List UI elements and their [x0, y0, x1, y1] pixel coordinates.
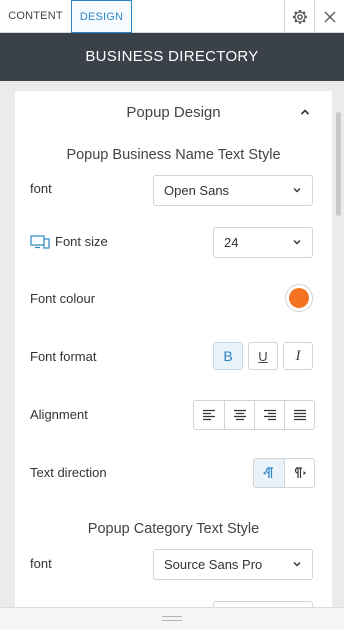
tab-content[interactable]: CONTENT	[0, 0, 71, 33]
panel-footer	[0, 607, 344, 629]
font-select[interactable]: Open Sans	[153, 175, 313, 206]
font-format-buttons: B U I	[213, 342, 313, 370]
bold-icon: B	[223, 348, 233, 364]
devices-icon	[30, 235, 50, 249]
section-title: Popup Design	[126, 104, 221, 121]
ltr-icon	[263, 467, 273, 478]
italic-icon: I	[295, 347, 301, 364]
chevron-down-icon	[293, 240, 301, 245]
gear-icon	[292, 9, 307, 24]
align-right-button[interactable]	[254, 401, 284, 429]
close-icon	[324, 11, 335, 22]
chevron-up-icon	[300, 109, 310, 115]
close-button[interactable]	[314, 0, 344, 33]
category-font-label: font	[30, 556, 52, 571]
font-size-select[interactable]: 24	[213, 227, 313, 258]
tab-bar: CONTENT DESIGN	[0, 0, 344, 33]
ltr-button[interactable]	[254, 459, 284, 487]
settings-button[interactable]	[284, 0, 314, 33]
underline-button[interactable]: U	[248, 342, 278, 370]
chevron-down-icon	[293, 188, 301, 193]
bold-button[interactable]: B	[213, 342, 243, 370]
align-right-icon	[263, 409, 276, 421]
alignment-buttons	[193, 400, 315, 430]
font-size-value: 24	[224, 235, 239, 250]
font-format-label: Font format	[30, 349, 97, 364]
text-direction-buttons	[253, 458, 315, 488]
rtl-icon	[294, 467, 306, 478]
text-direction-label: Text direction	[30, 465, 107, 480]
tab-actions	[284, 0, 344, 33]
align-left-icon	[203, 409, 215, 421]
italic-button[interactable]: I	[283, 342, 313, 370]
font-select-value: Open Sans	[164, 183, 230, 198]
align-center-button[interactable]	[224, 401, 254, 429]
collapse-button[interactable]	[299, 105, 319, 121]
underline-icon: U	[258, 348, 268, 364]
rtl-button[interactable]	[284, 459, 314, 487]
align-justify-button[interactable]	[284, 401, 314, 429]
category-font-value: Source Sans Pro	[164, 557, 263, 572]
font-label: font	[30, 181, 52, 196]
align-center-icon	[233, 409, 246, 421]
resize-handle[interactable]	[162, 616, 182, 621]
business-name-style-heading: Popup Business Name Text Style	[66, 147, 281, 163]
tab-design[interactable]: DESIGN	[71, 0, 132, 33]
page-title: BUSINESS DIRECTORY	[0, 33, 344, 81]
font-colour-swatch	[289, 288, 309, 308]
font-colour-picker[interactable]	[285, 284, 313, 312]
alignment-label: Alignment	[30, 407, 88, 422]
align-left-button[interactable]	[194, 401, 224, 429]
design-card: Popup Design Popup Business Name Text St…	[15, 91, 332, 607]
category-font-select[interactable]: Source Sans Pro	[153, 549, 313, 580]
font-size-label: Font size	[55, 234, 108, 249]
font-colour-label: Font colour	[30, 291, 96, 306]
scrollbar-thumb[interactable]	[336, 112, 341, 216]
category-style-heading: Popup Category Text Style	[87, 521, 260, 537]
chevron-down-icon	[293, 562, 301, 567]
align-justify-icon	[293, 409, 306, 421]
